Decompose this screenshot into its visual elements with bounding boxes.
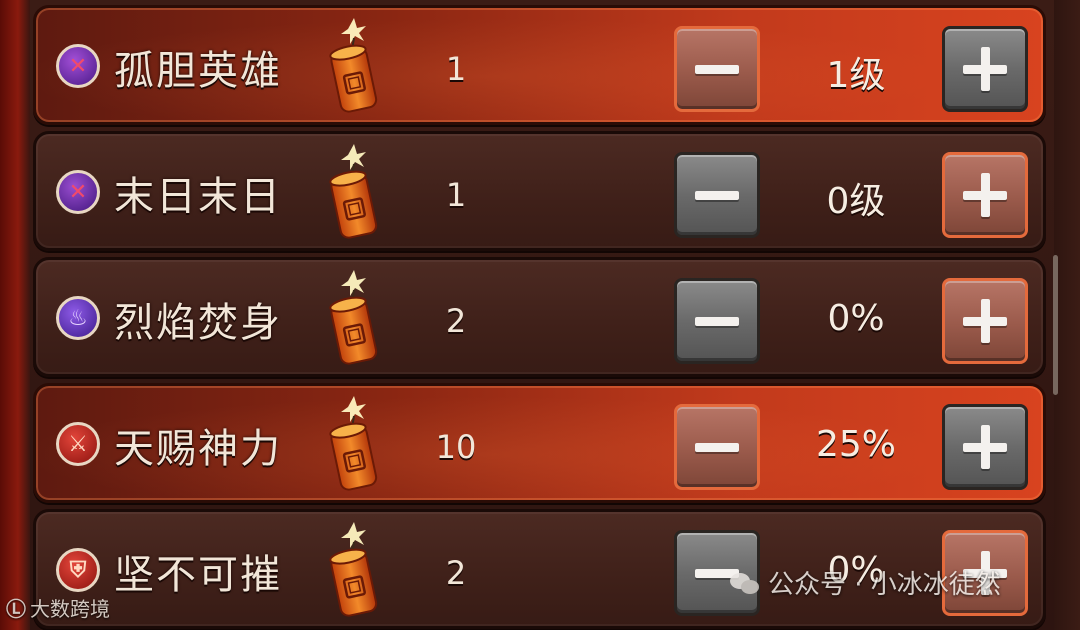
cost-value: 2: [445, 302, 467, 340]
cost-value: 10: [435, 428, 477, 466]
increase-button[interactable]: [942, 404, 1028, 490]
decrease-button[interactable]: [674, 404, 760, 490]
watermark-brand-text: 大数跨境: [30, 597, 110, 621]
minus-icon: [695, 47, 739, 91]
skill-name: 坚不可摧: [114, 552, 282, 598]
flame-icon: ♨: [56, 296, 100, 340]
decrease-button[interactable]: [674, 26, 760, 112]
divine-power-icon: ⚔: [56, 422, 100, 466]
minus-icon: [695, 425, 739, 469]
cost-value: 1: [445, 50, 467, 88]
doom-icon: ✕: [56, 170, 100, 214]
skill-level: 1级: [826, 55, 886, 96]
cost-value: 2: [445, 554, 467, 592]
skill-level: 25%: [815, 424, 896, 465]
increase-button[interactable]: [942, 26, 1028, 112]
increase-button[interactable]: [942, 152, 1028, 238]
brand-logo-icon: Ⓛ: [6, 597, 26, 621]
firecracker-icon: [329, 144, 378, 239]
firecracker-icon: [329, 18, 378, 113]
decrease-button[interactable]: [674, 152, 760, 238]
firecracker-icon: [329, 270, 378, 365]
wechat-icon: [730, 571, 760, 595]
plus-icon: [963, 173, 1007, 217]
firecracker-icon: [329, 396, 378, 491]
minus-icon: [695, 299, 739, 343]
minus-icon: [695, 173, 739, 217]
shield-icon: ⛨: [56, 548, 100, 592]
plus-icon: [963, 425, 1007, 469]
scrollbar[interactable]: [1053, 255, 1058, 395]
firecracker-icon: [329, 522, 378, 617]
watermark-account-text: 公众号 · 小冰冰徒然: [768, 570, 1001, 600]
skill-name: 天赐神力: [114, 426, 282, 472]
plus-icon: [963, 47, 1007, 91]
skill-level: 0级: [826, 181, 886, 222]
skill-name: 孤胆英雄: [114, 48, 282, 94]
watermark-brand: Ⓛ 大数跨境: [6, 593, 110, 622]
skill-row: ✕ 末日末日 1 0级: [33, 131, 1046, 251]
watermark-account: 公众号 · 小冰冰徒然: [730, 564, 1001, 601]
skill-row: ✕ 孤胆英雄 1 1级: [33, 5, 1046, 125]
decrease-button[interactable]: [674, 278, 760, 364]
skill-name: 烈焰焚身: [114, 300, 282, 346]
plus-icon: [963, 299, 1007, 343]
cost-value: 1: [445, 176, 467, 214]
skill-row: ⚔ 天赐神力 10 25%: [33, 383, 1046, 503]
lonely-hero-icon: ✕: [56, 44, 100, 88]
skill-name: 末日末日: [114, 174, 282, 220]
skill-upgrade-panel: ✕ 孤胆英雄 1 1级 ✕ 末日末日 1 0级 ♨ 烈焰焚身 2 0% ⚔ 天赐…: [0, 0, 1080, 630]
increase-button[interactable]: [942, 278, 1028, 364]
skill-level: 0%: [827, 298, 885, 339]
left-border-decoration: [0, 0, 30, 630]
skill-row: ♨ 烈焰焚身 2 0%: [33, 257, 1046, 377]
